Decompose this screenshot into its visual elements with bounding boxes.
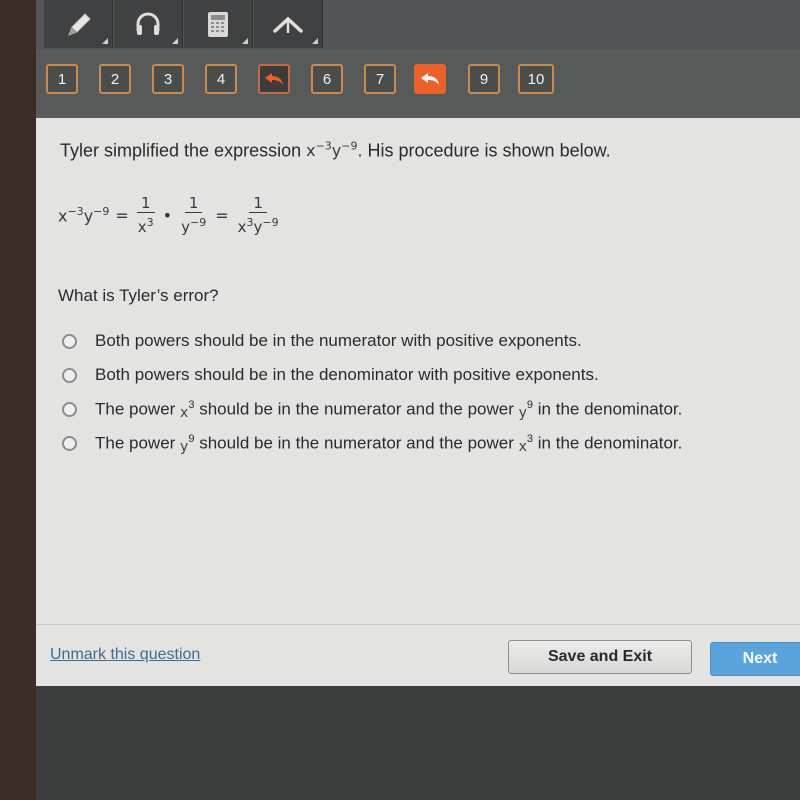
question-6-button[interactable]: 6 (311, 64, 343, 94)
var-x: x (237, 218, 247, 236)
denominator: x3y−9 (235, 213, 282, 237)
question-4-button[interactable]: 4 (205, 64, 237, 94)
question-number: 6 (322, 70, 332, 88)
save-and-exit-button[interactable]: Save and Exit (508, 640, 692, 674)
calculator-tool-button[interactable] (184, 0, 253, 48)
var-y: y (181, 218, 190, 236)
radio-button[interactable] (62, 333, 77, 349)
test-screen: 1 2 3 4 6 7 9 10 Tyler simplified the ex… (36, 0, 800, 800)
numerator: 1 (249, 194, 267, 213)
question-2-button[interactable]: 2 (99, 64, 131, 94)
numerator: 1 (136, 194, 155, 213)
radio-button[interactable] (62, 367, 77, 383)
audio-tool-button[interactable] (114, 0, 183, 48)
option-label: Both powers should be in the denominator… (95, 365, 599, 384)
fraction-2: 1 y−9 (178, 194, 209, 237)
question-8-current-button[interactable] (414, 64, 446, 94)
answer-option-c[interactable]: The power x3 should be in the numerator … (62, 392, 682, 426)
pencil-icon (68, 13, 91, 36)
tool-menu-corner (242, 38, 248, 44)
question-number: 10 (527, 70, 545, 88)
question-number: 3 (163, 70, 173, 88)
answer-option-d[interactable]: The power y9 should be in the numerator … (62, 426, 682, 460)
tool-menu-corner (312, 38, 318, 44)
headphones-icon (136, 12, 160, 35)
var-y: y (83, 206, 94, 226)
question-number: 1 (57, 70, 67, 88)
numerator: 1 (184, 194, 203, 213)
option-text: should be in the numerator and the power (194, 399, 519, 419)
radio-button[interactable] (62, 401, 77, 417)
question-number: 7 (375, 70, 385, 88)
option-label: The power x3 should be in the numerator … (95, 399, 683, 422)
question-panel: Tyler simplified the expression x−3y−9. … (36, 118, 800, 686)
next-button[interactable]: Next (710, 642, 800, 676)
option-label: The power y9 should be in the numerator … (95, 433, 683, 456)
question-prompt: Tyler simplified the expression x−3y−9. … (60, 140, 611, 161)
answer-option-b[interactable]: Both powers should be in the denominator… (62, 358, 682, 392)
procedure-lhs: x−3y−9 (58, 205, 109, 225)
question-5-marked-button[interactable] (258, 64, 290, 94)
option-text: should be in the numerator and the power (194, 433, 519, 453)
question-number: 9 (479, 70, 489, 88)
var-y: y (331, 141, 342, 161)
question-number: 4 (216, 70, 226, 88)
question-7-button[interactable]: 7 (364, 64, 396, 94)
lower-screen-area (36, 686, 800, 800)
exponent: −3 (67, 205, 84, 219)
exponent: −9 (93, 205, 110, 219)
var-x: x (180, 405, 189, 422)
question-10-button[interactable]: 10 (518, 64, 554, 94)
question-3-button[interactable]: 3 (152, 64, 184, 94)
calculator-icon (208, 12, 228, 37)
exponent: −3 (315, 140, 332, 153)
fraction-1: 1 x3 (135, 194, 157, 237)
equals-sign: = (115, 206, 129, 225)
var-x: x (306, 141, 316, 161)
var-x: x (137, 218, 147, 236)
exponent: −9 (341, 140, 358, 153)
var-y: y (180, 439, 189, 456)
option-text: in the denominator. (533, 433, 683, 453)
radio-button[interactable] (62, 435, 77, 451)
option-text: The power (95, 433, 181, 453)
answer-options: Both powers should be in the numerator w… (62, 324, 682, 460)
screen-bezel (0, 0, 36, 800)
prompt-text: . His procedure is shown below. (357, 140, 611, 161)
return-arrow-icon (265, 73, 283, 85)
question-9-button[interactable]: 9 (468, 64, 500, 94)
var-x: x (518, 439, 527, 456)
prompt-expression: x−3y−9 (306, 140, 358, 161)
denominator: y−9 (178, 213, 209, 237)
denominator: x3 (135, 213, 157, 237)
tool-bar (36, 0, 800, 50)
question-number: 2 (110, 70, 120, 88)
unmark-question-link[interactable]: Unmark this question (50, 646, 200, 664)
option-text: The power (95, 399, 181, 419)
question-navigation: 1 2 3 4 6 7 9 10 (36, 52, 800, 114)
question-1-button[interactable]: 1 (46, 64, 78, 94)
prompt-text: Tyler simplified the expression (60, 140, 307, 161)
caret-up-icon (273, 16, 303, 33)
exponent: −9 (262, 216, 279, 229)
reference-tool-button[interactable] (254, 0, 323, 48)
question-ask: What is Tyler’s error? (58, 286, 219, 305)
exponent: 3 (246, 216, 254, 229)
fraction-3: 1 x3y−9 (235, 194, 282, 237)
exponent: 3 (146, 216, 154, 229)
footer-divider (36, 624, 800, 625)
tool-menu-corner (102, 38, 108, 44)
answer-option-a[interactable]: Both powers should be in the numerator w… (62, 324, 682, 358)
procedure-expression: x−3y−9 = 1 x3 • 1 y−9 = 1 x3y−9 (58, 194, 282, 237)
multiply-dot: • (162, 206, 173, 225)
exponent: −9 (190, 216, 207, 229)
tool-menu-corner (172, 38, 178, 44)
option-label: Both powers should be in the numerator w… (95, 331, 582, 350)
equals-sign: = (215, 206, 229, 225)
var-y: y (518, 405, 527, 422)
pencil-tool-button[interactable] (44, 0, 113, 48)
option-text: in the denominator. (533, 399, 683, 419)
return-arrow-icon (421, 73, 439, 85)
